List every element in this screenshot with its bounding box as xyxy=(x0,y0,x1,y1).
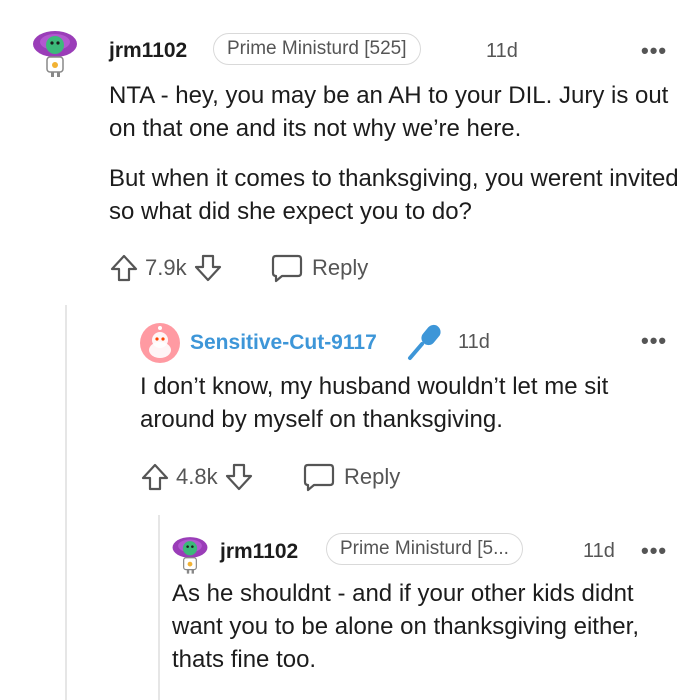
vote-bar: 7.9k xyxy=(109,253,223,283)
user-flair: Prime Ministurd [525] xyxy=(213,33,421,65)
reply-bubble-icon xyxy=(302,462,336,492)
vote-count: 7.9k xyxy=(145,255,187,280)
reply-label: Reply xyxy=(344,464,401,489)
comment-paragraph: But when it comes to thanksgiving, you w… xyxy=(109,165,679,225)
comment-2: Sensitive-Cut-9117 11d ••• I don’t know,… xyxy=(0,300,700,510)
comment-body: As he shouldnt - and if your other kids … xyxy=(172,577,672,676)
username[interactable]: Sensitive-Cut-9117 xyxy=(190,331,377,355)
more-options-icon[interactable]: ••• xyxy=(641,328,667,354)
reply-button[interactable]: Reply xyxy=(302,462,400,492)
avatar[interactable] xyxy=(170,530,210,576)
reply-bubble-icon xyxy=(270,253,304,283)
reply-label: Reply xyxy=(312,255,369,280)
comment-body: NTA - hey, you may be an AH to your DIL.… xyxy=(109,79,679,228)
comment-1: jrm1102 Prime Ministurd [525] 11d ••• NT… xyxy=(0,0,700,300)
upvote-arrow-icon[interactable] xyxy=(140,462,170,492)
timestamp: 11d xyxy=(458,331,490,353)
timestamp: 11d xyxy=(486,40,518,62)
vote-bar: 4.8k xyxy=(140,462,254,492)
user-flair: Prime Ministurd [5... xyxy=(326,533,523,565)
microphone-icon xyxy=(406,322,446,362)
avatar[interactable] xyxy=(139,322,181,364)
more-options-icon[interactable]: ••• xyxy=(641,538,667,564)
avatar[interactable] xyxy=(30,22,80,80)
reply-button[interactable]: Reply xyxy=(270,253,368,283)
comment-paragraph: As he shouldnt - and if your other kids … xyxy=(172,580,639,673)
username[interactable]: jrm1102 xyxy=(220,540,298,564)
comment-paragraph: NTA - hey, you may be an AH to your DIL.… xyxy=(109,82,669,142)
comment-3: jrm1102 Prime Ministurd [5... 11d ••• As… xyxy=(0,510,700,700)
username[interactable]: jrm1102 xyxy=(109,39,187,63)
timestamp: 11d xyxy=(583,540,615,562)
upvote-arrow-icon[interactable] xyxy=(109,253,139,283)
comment-paragraph: I don’t know, my husband wouldn’t let me… xyxy=(140,373,609,433)
more-options-icon[interactable]: ••• xyxy=(641,38,667,64)
downvote-arrow-icon[interactable] xyxy=(224,462,254,492)
downvote-arrow-icon[interactable] xyxy=(193,253,223,283)
comment-body: I don’t know, my husband wouldn’t let me… xyxy=(140,370,660,436)
vote-count: 4.8k xyxy=(176,464,218,489)
